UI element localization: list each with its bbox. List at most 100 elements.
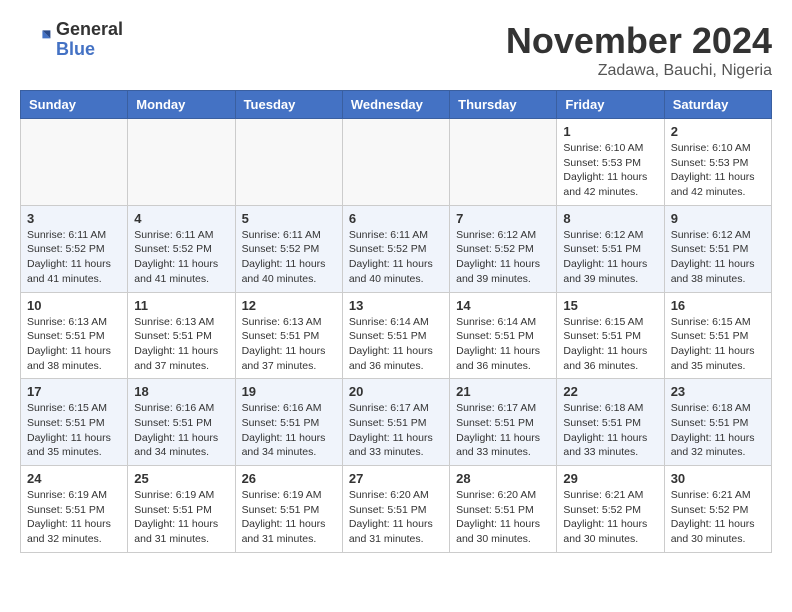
day-info: Sunrise: 6:11 AMSunset: 5:52 PMDaylight:… <box>349 228 443 287</box>
calendar-week-row: 10Sunrise: 6:13 AMSunset: 5:51 PMDayligh… <box>21 292 772 379</box>
day-info: Sunrise: 6:17 AMSunset: 5:51 PMDaylight:… <box>349 401 443 460</box>
day-number: 28 <box>456 471 550 486</box>
weekday-header-sunday: Sunday <box>21 91 128 119</box>
day-info: Sunrise: 6:11 AMSunset: 5:52 PMDaylight:… <box>27 228 121 287</box>
logo-general-text: General <box>56 20 123 40</box>
title-section: November 2024 Zadawa, Bauchi, Nigeria <box>506 20 772 80</box>
logo: General Blue <box>20 20 123 60</box>
day-number: 5 <box>242 211 336 226</box>
calendar-day-cell: 29 Sunrise: 6:21 AMSunset: 5:52 PMDayligh… <box>557 466 664 553</box>
calendar-day-cell: 4Sunrise: 6:11 AMSunset: 5:52 PMDaylight… <box>128 205 235 292</box>
calendar-day-cell: 8 Sunrise: 6:12 AMSunset: 5:51 PMDaylight… <box>557 205 664 292</box>
day-number: 26 <box>242 471 336 486</box>
calendar-day-cell: 16 Sunrise: 6:15 AMSunset: 5:51 PMDayligh… <box>664 292 771 379</box>
page-header: General Blue November 2024 Zadawa, Bauch… <box>20 20 772 80</box>
calendar-week-row: 17 Sunrise: 6:15 AMSunset: 5:51 PMDayligh… <box>21 379 772 466</box>
day-number: 2 <box>671 124 765 139</box>
day-number: 19 <box>242 384 336 399</box>
calendar-day-cell: 5 Sunrise: 6:11 AMSunset: 5:52 PMDaylight… <box>235 205 342 292</box>
day-info: Sunrise: 6:16 AMSunset: 5:51 PMDaylight:… <box>242 401 336 460</box>
calendar-day-cell: 3 Sunrise: 6:11 AMSunset: 5:52 PMDaylight… <box>21 205 128 292</box>
calendar-day-cell: 9Sunrise: 6:12 AMSunset: 5:51 PMDaylight… <box>664 205 771 292</box>
calendar-day-cell: 23Sunrise: 6:18 AMSunset: 5:51 PMDayligh… <box>664 379 771 466</box>
day-number: 6 <box>349 211 443 226</box>
calendar-day-cell <box>235 119 342 206</box>
calendar-table: SundayMondayTuesdayWednesdayThursdayFrid… <box>20 90 772 553</box>
day-info: Sunrise: 6:10 AMSunset: 5:53 PMDaylight:… <box>563 141 657 200</box>
day-info: Sunrise: 6:21 AMSunset: 5:52 PMDaylight:… <box>563 488 657 547</box>
calendar-day-cell <box>342 119 449 206</box>
day-info: Sunrise: 6:16 AMSunset: 5:51 PMDaylight:… <box>134 401 228 460</box>
day-info: Sunrise: 6:19 AMSunset: 5:51 PMDaylight:… <box>27 488 121 547</box>
calendar-day-cell: 26 Sunrise: 6:19 AMSunset: 5:51 PMDayligh… <box>235 466 342 553</box>
day-info: Sunrise: 6:18 AMSunset: 5:51 PMDaylight:… <box>563 401 657 460</box>
day-number: 8 <box>563 211 657 226</box>
month-title: November 2024 <box>506 20 772 62</box>
day-number: 18 <box>134 384 228 399</box>
calendar-day-cell: 13Sunrise: 6:14 AMSunset: 5:51 PMDayligh… <box>342 292 449 379</box>
calendar-day-cell: 10Sunrise: 6:13 AMSunset: 5:51 PMDayligh… <box>21 292 128 379</box>
day-number: 29 <box>563 471 657 486</box>
day-info: Sunrise: 6:19 AMSunset: 5:51 PMDaylight:… <box>134 488 228 547</box>
day-info: Sunrise: 6:21 AMSunset: 5:52 PMDaylight:… <box>671 488 765 547</box>
day-number: 3 <box>27 211 121 226</box>
calendar-day-cell: 14 Sunrise: 6:14 AMSunset: 5:51 PMDayligh… <box>450 292 557 379</box>
day-info: Sunrise: 6:20 AMSunset: 5:51 PMDaylight:… <box>456 488 550 547</box>
logo-blue-text: Blue <box>56 40 123 60</box>
day-info: Sunrise: 6:12 AMSunset: 5:51 PMDaylight:… <box>671 228 765 287</box>
calendar-day-cell: 25 Sunrise: 6:19 AMSunset: 5:51 PMDayligh… <box>128 466 235 553</box>
day-info: Sunrise: 6:20 AMSunset: 5:51 PMDaylight:… <box>349 488 443 547</box>
day-info: Sunrise: 6:10 AMSunset: 5:53 PMDaylight:… <box>671 141 765 200</box>
day-number: 20 <box>349 384 443 399</box>
day-info: Sunrise: 6:11 AMSunset: 5:52 PMDaylight:… <box>242 228 336 287</box>
calendar-week-row: 24Sunrise: 6:19 AMSunset: 5:51 PMDayligh… <box>21 466 772 553</box>
day-info: Sunrise: 6:15 AMSunset: 5:51 PMDaylight:… <box>563 315 657 374</box>
day-number: 17 <box>27 384 121 399</box>
calendar-week-row: 3 Sunrise: 6:11 AMSunset: 5:52 PMDaylight… <box>21 205 772 292</box>
day-number: 1 <box>563 124 657 139</box>
calendar-day-cell: 7Sunrise: 6:12 AMSunset: 5:52 PMDaylight… <box>450 205 557 292</box>
calendar-day-cell: 17 Sunrise: 6:15 AMSunset: 5:51 PMDayligh… <box>21 379 128 466</box>
day-number: 7 <box>456 211 550 226</box>
day-number: 27 <box>349 471 443 486</box>
day-number: 22 <box>563 384 657 399</box>
day-number: 23 <box>671 384 765 399</box>
day-number: 11 <box>134 298 228 313</box>
day-info: Sunrise: 6:12 AMSunset: 5:51 PMDaylight:… <box>563 228 657 287</box>
day-info: Sunrise: 6:15 AMSunset: 5:51 PMDaylight:… <box>27 401 121 460</box>
day-number: 12 <box>242 298 336 313</box>
calendar-day-cell: 12Sunrise: 6:13 AMSunset: 5:51 PMDayligh… <box>235 292 342 379</box>
logo-icon <box>20 24 52 56</box>
day-number: 25 <box>134 471 228 486</box>
weekday-header-row: SundayMondayTuesdayWednesdayThursdayFrid… <box>21 91 772 119</box>
calendar-day-cell: 1 Sunrise: 6:10 AMSunset: 5:53 PMDaylight… <box>557 119 664 206</box>
calendar-day-cell: 20 Sunrise: 6:17 AMSunset: 5:51 PMDayligh… <box>342 379 449 466</box>
logo-text: General Blue <box>56 20 123 60</box>
calendar-day-cell: 22 Sunrise: 6:18 AMSunset: 5:51 PMDayligh… <box>557 379 664 466</box>
calendar-day-cell: 21Sunrise: 6:17 AMSunset: 5:51 PMDayligh… <box>450 379 557 466</box>
day-number: 4 <box>134 211 228 226</box>
calendar-day-cell: 15Sunrise: 6:15 AMSunset: 5:51 PMDayligh… <box>557 292 664 379</box>
calendar-day-cell: 28 Sunrise: 6:20 AMSunset: 5:51 PMDayligh… <box>450 466 557 553</box>
calendar-day-cell: 27 Sunrise: 6:20 AMSunset: 5:51 PMDayligh… <box>342 466 449 553</box>
day-info: Sunrise: 6:13 AMSunset: 5:51 PMDaylight:… <box>27 315 121 374</box>
calendar-day-cell: 6 Sunrise: 6:11 AMSunset: 5:52 PMDaylight… <box>342 205 449 292</box>
calendar-day-cell: 11Sunrise: 6:13 AMSunset: 5:51 PMDayligh… <box>128 292 235 379</box>
calendar-day-cell <box>128 119 235 206</box>
day-number: 14 <box>456 298 550 313</box>
weekday-header-friday: Friday <box>557 91 664 119</box>
calendar-day-cell <box>21 119 128 206</box>
weekday-header-saturday: Saturday <box>664 91 771 119</box>
calendar-day-cell: 2 Sunrise: 6:10 AMSunset: 5:53 PMDaylight… <box>664 119 771 206</box>
day-number: 13 <box>349 298 443 313</box>
day-info: Sunrise: 6:17 AMSunset: 5:51 PMDaylight:… <box>456 401 550 460</box>
weekday-header-wednesday: Wednesday <box>342 91 449 119</box>
day-info: Sunrise: 6:14 AMSunset: 5:51 PMDaylight:… <box>456 315 550 374</box>
day-info: Sunrise: 6:15 AMSunset: 5:51 PMDaylight:… <box>671 315 765 374</box>
weekday-header-monday: Monday <box>128 91 235 119</box>
weekday-header-tuesday: Tuesday <box>235 91 342 119</box>
day-number: 16 <box>671 298 765 313</box>
day-info: Sunrise: 6:19 AMSunset: 5:51 PMDaylight:… <box>242 488 336 547</box>
calendar-day-cell: 19 Sunrise: 6:16 AMSunset: 5:51 PMDayligh… <box>235 379 342 466</box>
calendar-day-cell: 18 Sunrise: 6:16 AMSunset: 5:51 PMDayligh… <box>128 379 235 466</box>
